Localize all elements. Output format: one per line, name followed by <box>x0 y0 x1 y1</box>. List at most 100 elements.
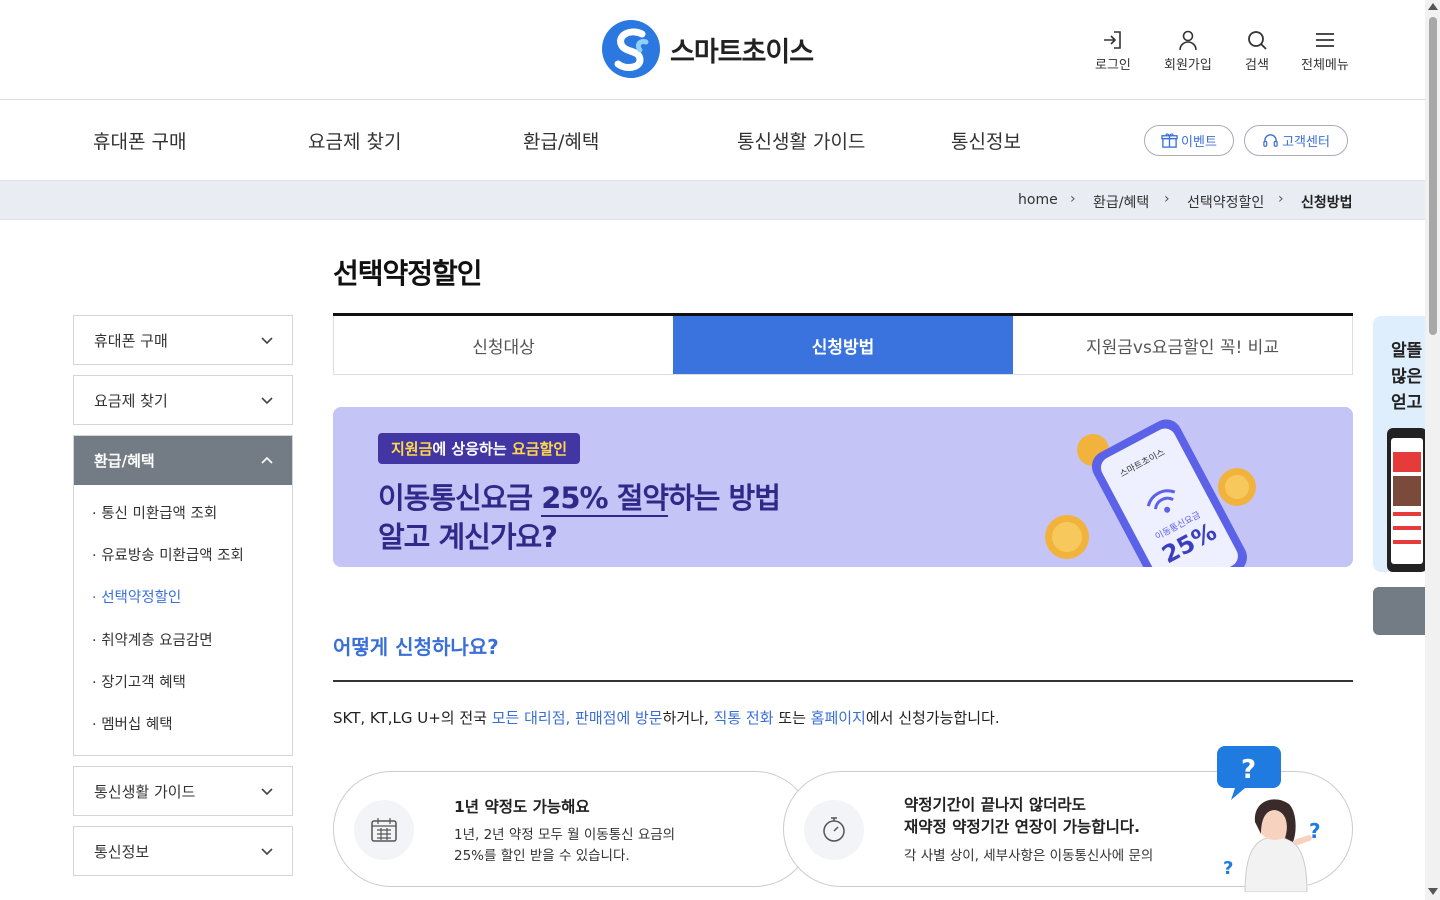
promo-phone-screen <box>1391 438 1423 564</box>
banner-headline-line2: 알고 계신가요? <box>378 520 558 554</box>
sidebar-item-label: 취약계층 요금감면 <box>101 633 213 649</box>
search-button[interactable]: 검색 <box>1245 28 1269 73</box>
promo-screen-line <box>1393 512 1421 516</box>
promo-screen-block <box>1393 476 1421 506</box>
search-label: 검색 <box>1245 58 1269 73</box>
sidebar-item-label: 멤버십 혜택 <box>101 717 173 733</box>
section-divider <box>333 680 1353 682</box>
logo-text: 스마트초이스 <box>670 36 814 68</box>
sidebar-group-label: 통신정보 <box>94 843 150 861</box>
all-menu-label: 전체메뉴 <box>1301 58 1349 73</box>
logo-mark-icon <box>602 20 660 78</box>
nav-phone-purchase[interactable]: 휴대폰 구매 <box>93 127 186 154</box>
tab-subsidy-vs-discount[interactable]: 지원금vs요금할인 꼭! 비교 <box>1013 316 1353 375</box>
login-icon <box>1103 31 1121 49</box>
question-mark: ? <box>1223 858 1233 879</box>
customer-center-button[interactable]: 고객센터 <box>1244 125 1348 156</box>
chevron-up-icon <box>261 456 273 464</box>
signup-label: 회원가입 <box>1164 58 1212 73</box>
breadcrumb-selective-discount[interactable]: 선택약정할인 <box>1187 192 1264 212</box>
sidebar-item-vulnerable-reduction[interactable]: · 취약계층 요금감면 <box>92 629 213 650</box>
scroll-up-arrow-icon[interactable] <box>1428 3 1438 10</box>
timer-icon <box>823 817 845 842</box>
headline-text: 이동통신요금 <box>378 481 542 515</box>
sidebar-item-label: 장기고객 혜택 <box>101 675 186 691</box>
desc-highlight: 모든 대리점, 판매점에 방문 <box>491 709 663 727</box>
sidebar-group-header[interactable]: 환급/혜택 <box>74 436 292 485</box>
tab-eligibility[interactable]: 신청대상 <box>333 316 673 375</box>
card-title: 1년 약정도 가능해요 <box>454 798 590 816</box>
promo-text: 얻고 <box>1391 393 1423 413</box>
sidebar-group-phone-purchase[interactable]: 휴대폰 구매 <box>73 315 293 365</box>
banner-headline: 이동통신요금 25% 절약하는 방법 <box>378 475 781 517</box>
page-title: 선택약정할인 <box>333 257 483 290</box>
desc-text: SKT, KT,LG U+의 전국 <box>333 709 492 727</box>
desc-highlight: 직통 전화 <box>713 709 774 727</box>
site-logo[interactable]: 스마트초이스 <box>602 20 814 78</box>
user-icon <box>1179 30 1197 51</box>
badge-highlight: 지원금 <box>391 440 433 458</box>
nav-refund-benefit[interactable]: 환급/혜택 <box>523 127 599 154</box>
sidebar-item-membership-benefit[interactable]: · 멤버십 혜택 <box>92 713 173 734</box>
badge-text: 에 상응하는 <box>432 440 512 458</box>
menu-icon <box>1315 33 1334 47</box>
side-promo[interactable]: 알뜰 많은 얻고 <box>1373 316 1425 572</box>
sidebar-item-telecom-refund[interactable]: · 통신 미환급액 조회 <box>92 502 217 523</box>
promo-screen-block <box>1393 452 1421 472</box>
sidebar-group-plan-finder[interactable]: 요금제 찾기 <box>73 375 293 425</box>
login-button[interactable]: 로그인 <box>1095 28 1131 73</box>
chevron-right-icon: › <box>1164 191 1170 207</box>
sidebar-item-label: 선택약정할인 <box>101 590 182 606</box>
card-desc-line1: 각 사별 상이, 세부사항은 이동통신사에 문의 <box>904 848 1154 864</box>
chevron-down-icon <box>261 337 273 345</box>
breadcrumb-current: 신청방법 <box>1301 195 1353 211</box>
calendar-icon <box>371 818 397 842</box>
question-mark: ? <box>1309 819 1321 843</box>
chevron-down-icon <box>261 788 273 796</box>
all-menu-button[interactable]: 전체메뉴 <box>1301 28 1349 73</box>
sidebar-group-label: 환급/혜택 <box>94 452 155 470</box>
scroll-down-arrow-icon[interactable] <box>1428 888 1438 895</box>
side-quick-button[interactable] <box>1373 587 1425 635</box>
sidebar-item-broadcast-refund[interactable]: · 유료방송 미환급액 조회 <box>92 544 244 565</box>
main-navigation: 휴대폰 구매 요금제 찾기 환급/혜택 통신생활 가이드 통신정보 이벤트 고객… <box>0 100 1425 180</box>
desc-highlight: 홈페이지 <box>810 709 866 727</box>
event-button[interactable]: 이벤트 <box>1144 125 1234 156</box>
customer-center-label: 고객센터 <box>1282 135 1330 150</box>
desc-text: 또는 <box>773 709 811 727</box>
headline-highlight: 25% 절약 <box>541 481 669 517</box>
chevron-down-icon <box>261 397 273 405</box>
chevron-down-icon <box>261 848 273 856</box>
site-header: 스마트초이스 로그인 회원가입 검색 전체메뉴 <box>0 0 1425 100</box>
headset-icon <box>1263 134 1278 147</box>
scrollbar-thumb[interactable] <box>1429 17 1437 335</box>
tab-how-to-apply[interactable]: 신청방법 <box>673 316 1013 375</box>
breadcrumb: home › 환급/혜택 › 선택약정할인 › 신청방법 <box>0 180 1425 220</box>
sidebar-group-label: 휴대폰 구매 <box>94 332 168 350</box>
sidebar-group-telecom-info[interactable]: 통신정보 <box>73 826 293 876</box>
nav-telecom-info[interactable]: 통신정보 <box>951 127 1021 154</box>
nav-plan-finder[interactable]: 요금제 찾기 <box>308 127 401 154</box>
card-title-line1: 약정기간이 끝나지 않더라도 <box>904 796 1086 814</box>
event-label: 이벤트 <box>1181 135 1217 150</box>
scrollbar[interactable] <box>1425 0 1440 900</box>
content-tabs: 신청대상 신청방법 지원금vs요금할인 꼭! 비교 <box>333 313 1353 375</box>
page: 스마트초이스 로그인 회원가입 검색 전체메뉴 휴대폰 구매 요금제 찾기 환급… <box>0 0 1440 900</box>
desc-text: 하거나, <box>662 709 714 727</box>
desc-text: 에서 신청가능합니다. <box>865 709 1000 727</box>
card-desc-line1: 1년, 2년 약정 모두 월 이동통신 요금의 <box>454 827 676 843</box>
card-desc-line2: 25%를 할인 받을 수 있습니다. <box>454 848 630 864</box>
sidebar-group-telecom-guide[interactable]: 통신생활 가이드 <box>73 766 293 816</box>
sidebar-item-long-term-benefit[interactable]: · 장기고객 혜택 <box>92 671 186 692</box>
card-icon-wrap <box>804 800 864 860</box>
chevron-right-icon: › <box>1278 191 1284 207</box>
card-icon-wrap <box>354 800 414 860</box>
promo-screen-line <box>1393 526 1421 530</box>
sidebar-item-selective-discount[interactable]: · 선택약정할인 <box>92 586 181 607</box>
signup-button[interactable]: 회원가입 <box>1164 28 1212 73</box>
headline-text: 하는 방법 <box>668 481 781 515</box>
breadcrumb-home[interactable]: home <box>1018 192 1058 208</box>
nav-telecom-guide[interactable]: 통신생활 가이드 <box>737 127 865 154</box>
breadcrumb-refund-benefit[interactable]: 환급/혜택 <box>1093 192 1149 212</box>
card-title-line2: 재약정 약정기간 연장이 가능합니다. <box>904 818 1140 836</box>
